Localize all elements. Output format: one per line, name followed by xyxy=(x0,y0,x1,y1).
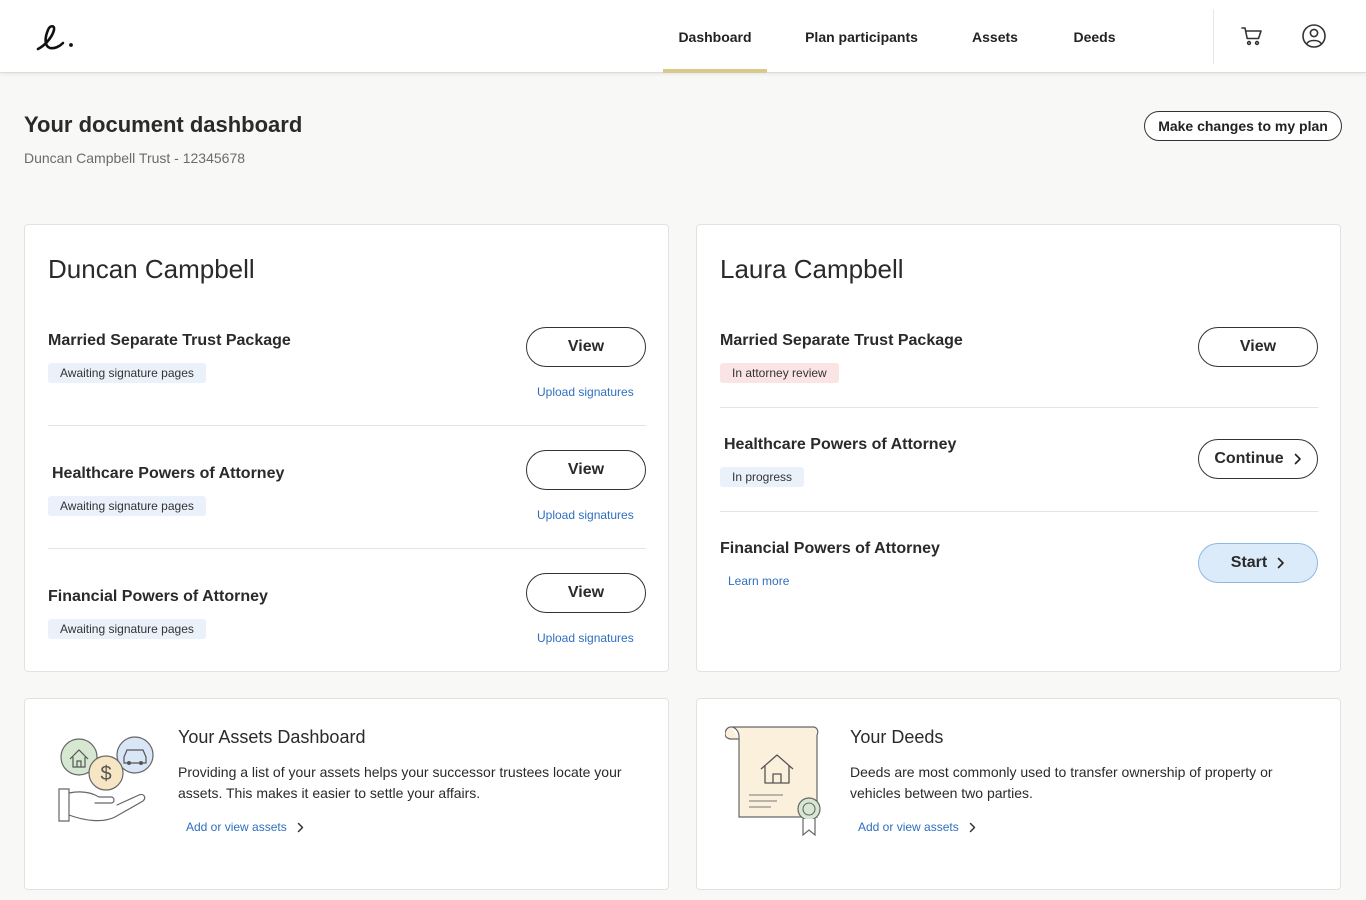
start-button[interactable]: Start xyxy=(1198,543,1318,583)
link-label: Add or view assets xyxy=(186,820,287,834)
nav-tab-label: Dashboard xyxy=(678,28,752,45)
add-view-assets-link[interactable]: Add or view assets xyxy=(858,820,976,834)
deed-document-illustration xyxy=(725,726,821,837)
deeds-card-title: Your Deeds xyxy=(850,727,944,747)
view-button[interactable]: View xyxy=(1198,327,1318,367)
continue-button[interactable]: Continue xyxy=(1198,439,1318,479)
assets-hand-illustration: $ xyxy=(58,736,154,822)
user-account-icon xyxy=(1302,24,1326,48)
upload-signatures-link[interactable]: Upload signatures xyxy=(537,508,634,522)
button-label: View xyxy=(567,338,605,355)
status-badge: Awaiting signature pages xyxy=(48,619,206,639)
button-label: Start xyxy=(1230,554,1268,571)
status-badge: In attorney review xyxy=(720,363,839,383)
link-label: Add or view assets xyxy=(858,820,959,834)
cart-button[interactable] xyxy=(1238,22,1266,50)
nav-tab-label: Assets xyxy=(972,28,1018,45)
chevron-right-icon xyxy=(1277,557,1285,569)
cart-icon xyxy=(1241,27,1262,46)
chevron-right-icon xyxy=(1294,453,1301,465)
add-view-assets-link[interactable]: Add or view assets xyxy=(186,820,304,834)
person-name: Duncan Campbell xyxy=(48,254,255,284)
trust-subtitle: Duncan Campbell Trust - 12345678 xyxy=(24,150,246,166)
nav-divider xyxy=(1213,9,1214,64)
doc-title: Financial Powers of Attorney xyxy=(720,540,940,557)
view-button[interactable]: View xyxy=(526,573,646,613)
assets-dashboard-card: $ Your Assets Dashboard Providing a list… xyxy=(24,698,669,890)
doc-title: Married Separate Trust Package xyxy=(48,332,291,349)
deeds-card-text: Deeds are most commonly used to transfer… xyxy=(850,764,1273,801)
nav-tab-dashboard[interactable]: Dashboard xyxy=(663,0,767,73)
view-button[interactable]: View xyxy=(526,450,646,490)
nav-tab-assets[interactable]: Assets xyxy=(960,0,1030,73)
button-label: View xyxy=(567,584,605,601)
person-card-laura: Laura Campbell Married Separate Trust Pa… xyxy=(696,224,1341,672)
person-card-duncan: Duncan Campbell Married Separate Trust P… xyxy=(24,224,669,672)
nav-tab-plan-participants[interactable]: Plan participants xyxy=(795,0,928,73)
doc-title: Healthcare Powers of Attorney xyxy=(724,436,957,453)
svg-text:$: $ xyxy=(100,763,111,785)
button-label: Continue xyxy=(1214,450,1284,467)
doc-title: Married Separate Trust Package xyxy=(720,332,963,349)
chevron-right-icon xyxy=(297,822,303,832)
status-badge: In progress xyxy=(720,467,805,487)
button-label: View xyxy=(567,461,605,478)
button-label: View xyxy=(1239,338,1277,355)
divider xyxy=(720,511,1318,512)
nav-tab-label: Plan participants xyxy=(805,28,918,45)
deeds-card: Your Deeds Deeds are most commonly used … xyxy=(696,698,1341,890)
nav-tab-label: Deeds xyxy=(1073,28,1116,45)
divider xyxy=(48,548,646,549)
divider xyxy=(720,407,1318,408)
page-title: Your document dashboard xyxy=(24,112,303,137)
assets-card-title: Your Assets Dashboard xyxy=(178,727,366,747)
person-name: Laura Campbell xyxy=(720,254,904,284)
doc-title: Financial Powers of Attorney xyxy=(48,588,268,605)
chevron-right-icon xyxy=(969,822,975,832)
upload-signatures-link[interactable]: Upload signatures xyxy=(537,631,634,645)
status-badge: Awaiting signature pages xyxy=(48,496,206,516)
make-changes-button[interactable]: Make changes to my plan xyxy=(1144,111,1342,141)
view-button[interactable]: View xyxy=(526,327,646,367)
assets-card-text: Providing a list of your assets helps yo… xyxy=(178,764,622,801)
top-nav: Dashboard Plan participants Assets Deeds xyxy=(0,0,1366,73)
divider xyxy=(48,425,646,426)
upload-signatures-link[interactable]: Upload signatures xyxy=(537,385,634,399)
brand-logo[interactable] xyxy=(30,16,80,56)
doc-title: Healthcare Powers of Attorney xyxy=(52,465,285,482)
account-button[interactable] xyxy=(1300,22,1328,50)
status-badge: Awaiting signature pages xyxy=(48,363,206,383)
learn-more-link[interactable]: Learn more xyxy=(728,574,789,588)
nav-tab-deeds[interactable]: Deeds xyxy=(1062,0,1127,73)
